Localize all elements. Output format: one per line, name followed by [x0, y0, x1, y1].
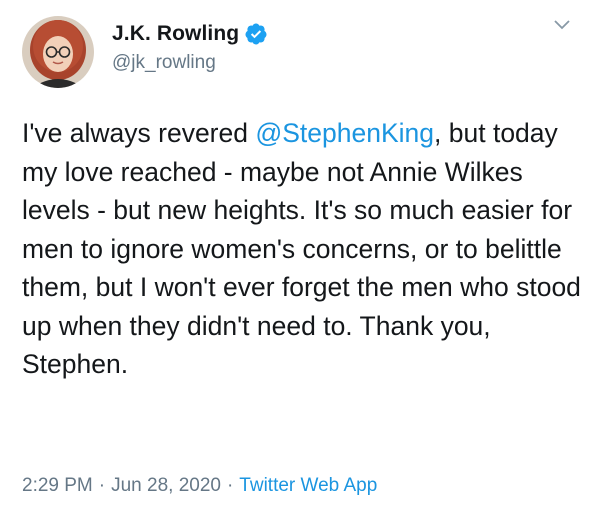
verified-badge-icon	[244, 22, 268, 46]
tweet-time[interactable]: 2:29 PM	[22, 475, 93, 497]
tweet-meta: 2:29 PM · Jun 28, 2020 · Twitter Web App	[22, 475, 377, 497]
tweet-source[interactable]: Twitter Web App	[239, 475, 377, 497]
avatar[interactable]	[22, 16, 94, 88]
meta-separator: ·	[98, 475, 106, 496]
mention-link[interactable]: @StephenKing	[255, 118, 434, 148]
tweet-header: J.K. Rowling @jk_rowling	[22, 10, 578, 90]
avatar-image	[22, 16, 94, 88]
tweet-card: J.K. Rowling @jk_rowling I've always rev…	[0, 0, 600, 520]
display-name[interactable]: J.K. Rowling	[112, 22, 239, 46]
tweet-text: I've always revered @StephenKing, but to…	[22, 114, 582, 384]
meta-separator-2: ·	[226, 475, 234, 496]
tweet-text-rest: , but today my love reached - maybe not …	[22, 118, 581, 379]
author-block: J.K. Rowling @jk_rowling	[112, 22, 268, 74]
tweet-text-start: I've always revered	[22, 118, 256, 148]
name-row: J.K. Rowling	[112, 22, 268, 46]
chevron-down-icon[interactable]	[552, 18, 572, 32]
tweet-date[interactable]: Jun 28, 2020	[111, 475, 221, 497]
author-handle[interactable]: @jk_rowling	[112, 52, 268, 74]
